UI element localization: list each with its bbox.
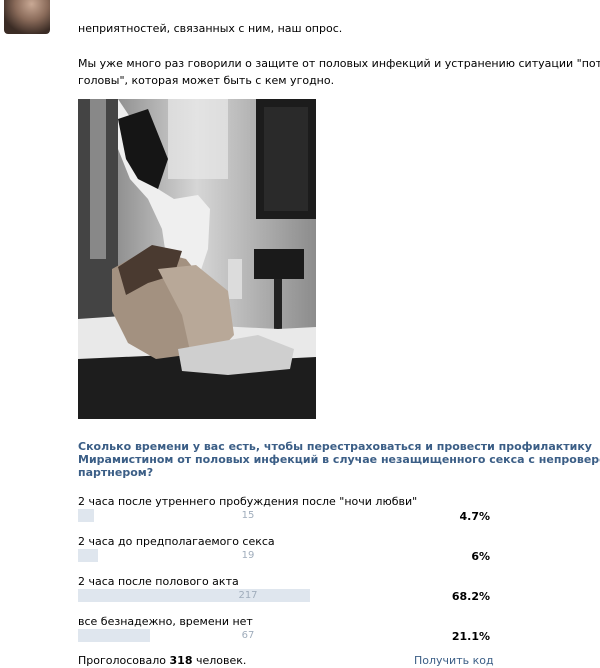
poll-option-percent: 68.2% <box>451 590 490 603</box>
post-paragraph-line-2: головы", которая может быть с кем угодно… <box>78 74 335 87</box>
post-paragraph-line-1: Мы уже много раз говорили о защите от по… <box>78 57 600 70</box>
poll-question-line-3: партнером? <box>78 466 154 479</box>
voted-suffix: человек. <box>196 654 247 667</box>
poll-option-count: 15 <box>241 510 255 521</box>
poll-option[interactable]: все безнадежно, времени нет 67 21.1% <box>78 615 600 643</box>
post-paragraph: Мы уже много раз говорили о защите от по… <box>78 55 600 89</box>
poll-option-bar: 19 <box>78 549 418 562</box>
poll-option-count: 19 <box>241 550 255 561</box>
photo-bw-icon <box>78 99 316 419</box>
poll-option[interactable]: 2 часа после утреннего пробуждения после… <box>78 495 600 523</box>
poll-option-percent: 4.7% <box>459 510 490 523</box>
poll-option-label: 2 часа после полового акта <box>78 575 239 588</box>
poll-option-count: 67 <box>241 630 255 641</box>
post-intro: неприятностей, связанных с ним, наш опро… <box>78 0 598 37</box>
poll-option-label: 2 часа до предполагаемого секса <box>78 535 275 548</box>
voted-prefix: Проголосовало <box>78 654 167 667</box>
poll-question-line-2: Мирамистином от половых инфекций в случа… <box>78 453 600 466</box>
voted-count: 318 <box>169 654 193 667</box>
poll-option-bar: 67 <box>78 629 418 642</box>
get-code-link[interactable]: Получить код <box>414 654 494 668</box>
poll-option-count: 217 <box>238 590 258 601</box>
poll-footer: Проголосовало 318 человек. Получить код <box>78 654 600 668</box>
poll-question-line-1: Сколько времени у вас есть, чтобы перест… <box>78 440 592 453</box>
poll-question: Сколько времени у вас есть, чтобы перест… <box>78 440 600 479</box>
author-avatar[interactable] <box>0 0 56 38</box>
poll-option[interactable]: 2 часа после полового акта 217 68.2% <box>78 575 600 603</box>
poll-option-label: 2 часа после утреннего пробуждения после… <box>78 495 418 508</box>
poll-option-percent: 21.1% <box>451 630 490 643</box>
poll-option-bar: 217 <box>78 589 418 602</box>
post-intro-line: неприятностей, связанных с ним, наш опро… <box>78 22 343 35</box>
poll-option[interactable]: 2 часа до предполагаемого секса 19 6% <box>78 535 600 563</box>
poll-option-label: все безнадежно, времени нет <box>78 615 253 628</box>
poll-option-bar: 15 <box>78 509 418 522</box>
poll-option-percent: 6% <box>471 550 490 563</box>
post-photo[interactable] <box>78 99 316 419</box>
